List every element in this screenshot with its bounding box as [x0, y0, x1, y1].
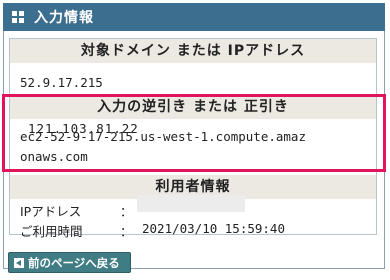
redacted-ip — [137, 195, 245, 212]
lookup-heading: 入力の逆引き または 正引き — [10, 95, 376, 119]
lookup-value-line2: onaws.com — [20, 149, 88, 164]
back-button[interactable]: 前のページへ戻る — [8, 252, 131, 273]
domain-heading: 対象ドメイン または IPアドレス — [10, 39, 376, 63]
panel-header: 入力情報 — [3, 3, 385, 31]
back-arrow-icon — [14, 257, 24, 268]
time-value: 2021/03/10 15:59:40 — [142, 221, 285, 236]
time-label: ご利用時間 — [20, 224, 83, 239]
back-button-label: 前のページへ戻る — [28, 255, 120, 270]
grid-icon — [12, 11, 24, 23]
info-panel: 対象ドメイン または IPアドレス 52.9.17.215 入力の逆引き または… — [3, 31, 385, 269]
ip-label: IPアドレス — [20, 204, 82, 219]
time-separator: ： — [120, 224, 133, 239]
lookup-value-line1: ec2-52-9-17-215.us-west-1.compute.amaz — [20, 129, 306, 144]
panel-title: 入力情報 — [34, 10, 94, 26]
domain-value: 52.9.17.215 — [20, 75, 103, 90]
ip-separator: ： — [120, 204, 133, 219]
